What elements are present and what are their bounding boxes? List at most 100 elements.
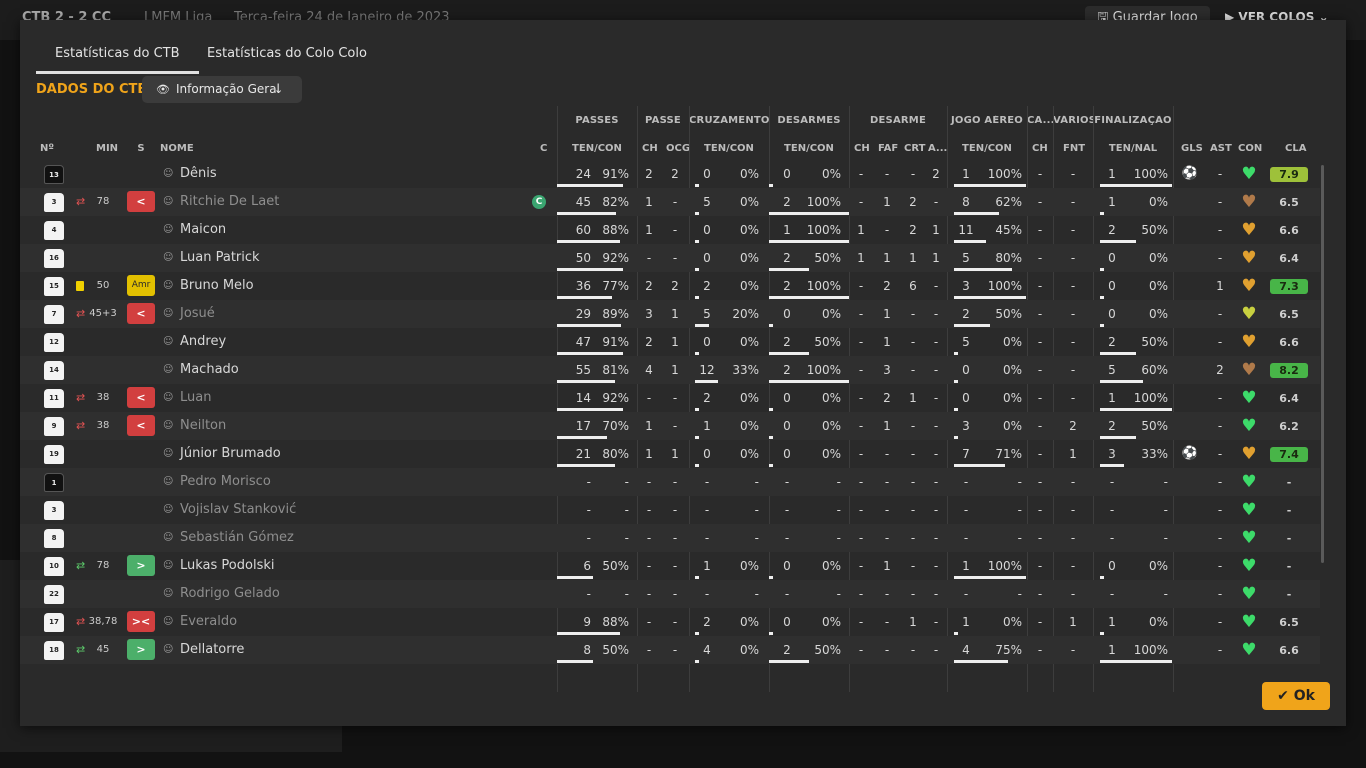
success-bar [769,324,773,327]
table-row[interactable]: 15 50 Amr ☺ Bruno Melo 36 77% 2 2 2 0% 2 100% -2 6-3 10… [20,272,1320,300]
rating-badge: 6.4 [1279,252,1299,265]
column-header[interactable]: Nº [40,143,60,154]
stat-cell: - [646,475,652,489]
column-header[interactable]: NOME [160,143,220,154]
table-row[interactable]: 13 ☺ Dênis 24 91% 2 2 0 0% 0 0% - - -2 1 100% - -1 100% ⚽ - ♥… [20,160,1320,188]
success-bar [769,380,849,383]
substitution-icon: ⇄ [76,195,86,208]
table-row[interactable]: 17 ⇄ 38,78 >< ☺ Everaldo 9 88% - -2 0% 0 0% - -1-1 0% -1… [20,608,1320,636]
stat-cell: - [1070,223,1076,237]
player-name[interactable]: Júnior Brumado [180,440,281,468]
player-name[interactable]: Dênis [180,160,217,188]
stat-cell: 0% [1148,279,1168,293]
table-row[interactable]: 11 ⇄ 38 < ☺ Luan 14 92% - -2 0% 0 0% -2 1-0 0% - -1 100% - ♥… [20,384,1320,412]
column-header[interactable]: CRT [904,143,925,154]
column-header[interactable]: TEN/CON [962,143,1012,154]
player-name[interactable]: Everaldo [180,608,237,636]
column-header[interactable]: A... [928,143,947,154]
scrollbar[interactable] [1321,165,1324,563]
tab-ctb-stats[interactable]: Estatísticas do CTB [36,46,199,74]
stat-cell: - [784,531,790,545]
success-bar [557,660,593,663]
table-row[interactable]: 16 ☺ Luan Patrick 50 92% - -0 0% 2 50% 1 1 1 1 5 80% - -0… [20,244,1320,272]
success-bar [954,380,958,383]
group-header: CRUZAMENTOS [689,115,769,126]
player-name[interactable]: Sebastián Gómez [180,524,294,552]
stat-cell: - [933,279,939,293]
column-header[interactable]: MIN [96,143,118,154]
stat-cell: - [884,615,890,629]
player-name[interactable]: Dellatorre [180,636,244,664]
stat-cell: - [933,559,939,573]
column-header[interactable]: AST [1210,143,1232,154]
column-header[interactable]: CLA [1285,143,1306,154]
table-row[interactable]: 9 ⇄ 38 < ☺ Neilton 17 70% 1-1 0% 0 0% -1- -3 0% -2 2 50% -… [20,412,1320,440]
column-header[interactable]: CON [1238,143,1262,154]
table-row[interactable]: 19 ☺ Júnior Brumado 21 80% 1 1 0 0% 0 0% - - - -7 71% -1… [20,440,1320,468]
column-header[interactable]: C [540,143,550,154]
rating-badge: 8.2 [1270,363,1308,378]
tab-colo-colo-stats[interactable]: Estatísticas do Colo Colo [207,46,367,61]
player-name[interactable]: Luan [180,384,211,412]
dropdown-label: Informação Geral [176,82,280,96]
stats-dialog: Estatísticas do CTB Estatísticas do Colo… [20,20,1346,726]
assists: - [1217,531,1223,545]
column-header[interactable]: CH [642,143,658,154]
table-row[interactable]: 12 ☺ Andrey 47 91% 2 1 0 0% 2 50% -1- -5 0% - -2 50% - ♥ 6.… [20,328,1320,356]
stat-cell: - [910,531,916,545]
player-name[interactable]: Andrey [180,328,226,356]
success-bar [1100,380,1143,383]
stat-cell: - [1070,307,1076,321]
table-row[interactable]: 3 ⇄ 78 < ☺ Ritchie De Laet C 45 82% 1-5 0% 2 100% -1 2… [20,188,1320,216]
minutes: 38 [96,420,110,431]
player-name[interactable]: Vojislav Stanković [180,496,296,524]
stat-cell: 0% [1148,307,1168,321]
view-dropdown[interactable]: 👁 Informação Geral ⌄ [142,76,302,103]
table-row[interactable]: 14 ☺ Machado 55 81% 4 1 12 33% 2 100% -3- -0 0% - -5 60%… [20,356,1320,384]
stat-cell: 4 [645,363,653,377]
player-name[interactable]: Ritchie De Laet [180,188,279,216]
stat-cell: 1 [883,195,891,209]
column-header[interactable]: GLS [1181,143,1203,154]
substitution-icon: ⇄ [76,419,86,432]
column-header[interactable]: S [136,143,146,154]
table-row[interactable]: 7 ⇄ 45+3 < ☺ Josué 29 89% 3 1 5 20% 0 0% -1- -2 50% - -0 0%… [20,300,1320,328]
stat-cell: - [672,475,678,489]
table-row[interactable]: 1 ☺ Pedro Morisco - - - - - - - - - - - - - - - - - - - ♥ - [20,468,1320,496]
ok-button[interactable]: ✔ Ok [1262,682,1330,710]
stat-cell: - [933,335,939,349]
player-name[interactable]: Neilton [180,412,226,440]
stat-cell: 0% [1002,419,1022,433]
table-row[interactable]: 3 ☺ Vojislav Stanković - - - - - - - - - - - - - - - - - - - ♥… [20,496,1320,524]
column-header[interactable]: TEN/CON [704,143,754,154]
rating-badge: - [1286,560,1292,573]
player-name[interactable]: Rodrigo Gelado [180,580,280,608]
player-name[interactable]: Lukas Podolski [180,552,275,580]
column-header[interactable]: CH [1032,143,1048,154]
table-row[interactable]: 10 ⇄ 78 > ☺ Lukas Podolski 6 50% - -1 0% 0 0% -1- -1 10… [20,552,1320,580]
table-row[interactable]: 22 ☺ Rodrigo Gelado - - - - - - - - - - - - - - - - - - - ♥ - [20,580,1320,608]
player-name[interactable]: Bruno Melo [180,272,254,300]
stat-cell: - [646,503,652,517]
column-header[interactable]: OCG [666,143,690,154]
column-header[interactable]: FNT [1063,143,1085,154]
player-name[interactable]: Maicon [180,216,226,244]
success-bar [695,352,699,355]
player-name[interactable]: Pedro Morisco [180,468,271,496]
column-header[interactable]: TEN/CON [784,143,834,154]
player-name[interactable]: Luan Patrick [180,244,260,272]
condition-heart-icon: ♥ [1241,612,1257,632]
column-header[interactable]: FAF [878,143,898,154]
player-name[interactable]: Machado [180,356,239,384]
stat-cell: - [884,167,890,181]
column-header[interactable]: TEN/CON [572,143,622,154]
player-name[interactable]: Josué [180,300,215,328]
table-row[interactable]: 4 ☺ Maicon 60 88% 1-0 0% 1 100% 1-2 1 11 45% - -2 50% - ♥… [20,216,1320,244]
column-header[interactable]: CH [854,143,870,154]
assists: 2 [1216,363,1224,377]
column-header[interactable]: TEN/NAL [1108,143,1158,154]
success-bar [769,352,809,355]
stat-cell: 0 [783,615,791,629]
table-row[interactable]: 18 ⇄ 45 > ☺ Dellatorre 8 50% - -4 0% 2 50% - - - -4 75% - -… [20,636,1320,664]
table-row[interactable]: 8 ☺ Sebastián Gómez - - - - - - - - - - - - - - - - - - - ♥ - [20,524,1320,552]
